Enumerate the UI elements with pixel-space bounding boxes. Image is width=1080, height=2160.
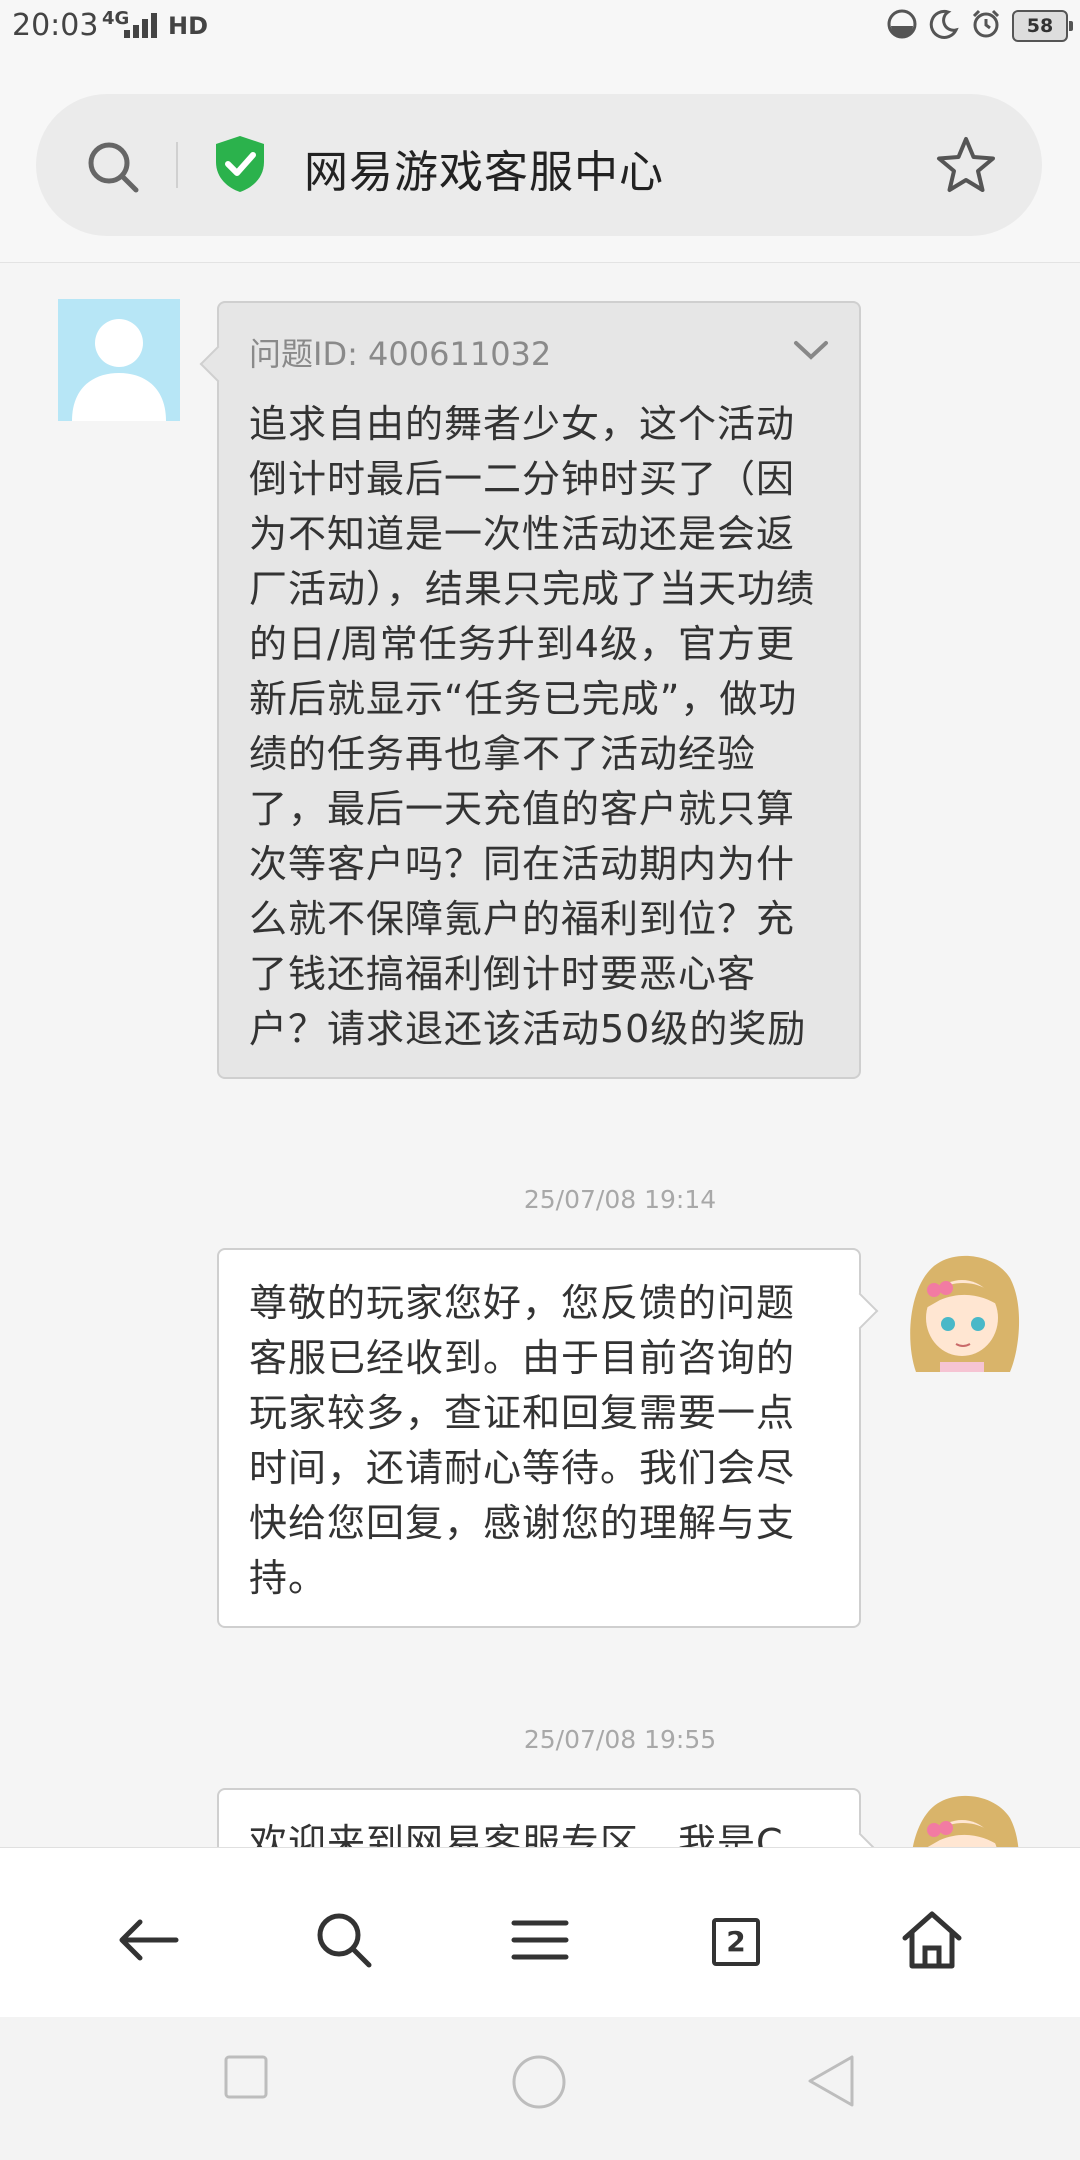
bookmark-star-icon[interactable] [934, 134, 998, 202]
page-title[interactable]: 网易游戏客服中心 [304, 136, 664, 200]
menu-button[interactable] [500, 1902, 580, 1982]
home-button[interactable] [892, 1902, 972, 1982]
back-triangle-icon[interactable] [806, 2053, 856, 2113]
message-timestamp: 25/07/08 19:55 [523, 1725, 717, 1754]
agent-reply-bubble[interactable]: 尊敬的玩家您好，您反馈的问题客服已经收到。由于目前咨询的玩家较多，查证和回复需要… [217, 1248, 861, 1628]
battery-indicator: 58 [1012, 10, 1073, 42]
recent-apps-icon[interactable] [222, 2053, 270, 2105]
agent-avatar [900, 1248, 1024, 1372]
back-button[interactable] [108, 1902, 188, 1982]
alarm-icon [970, 8, 1002, 44]
user-message-text: 追求自由的舞者少女，这个活动倒计时最后一二分钟时买了（因为不知道是一次性活动还是… [249, 402, 816, 1051]
moon-icon [928, 8, 960, 44]
status-bar: 20:03 4G HD 58 [0, 0, 1080, 56]
agent-avatar [900, 1788, 1024, 1847]
browser-toolbar: 2 [0, 1847, 1080, 2018]
address-bar[interactable]: 网易游戏客服中心 [36, 94, 1042, 236]
status-icons: 58 [886, 8, 1073, 44]
status-time: 20:03 [12, 8, 99, 43]
home-icon [901, 1910, 963, 1974]
message-timestamp: 25/07/08 19:14 [523, 1185, 717, 1214]
browser-header: 网易游戏客服中心 [0, 56, 1080, 263]
secure-shield-icon [212, 134, 268, 198]
system-navigation-bar [0, 2017, 1080, 2160]
eye-comfort-icon [886, 8, 918, 44]
home-circle-icon[interactable] [510, 2053, 568, 2115]
address-divider [176, 142, 178, 188]
user-avatar [58, 299, 180, 421]
search-button[interactable] [304, 1902, 384, 1982]
chevron-down-icon[interactable] [793, 339, 829, 367]
agent-reply-text: 尊敬的玩家您好，您反馈的问题客服已经收到。由于目前咨询的玩家较多，查证和回复需要… [249, 1281, 796, 1600]
agent-reply-bubble[interactable]: 欢迎来到网易客服专区，我是C [217, 1788, 861, 1847]
question-id: 问题ID: 400611032 [249, 335, 552, 373]
tab-count: 2 [712, 1918, 760, 1966]
signal-icon [122, 12, 164, 44]
back-arrow-icon [116, 1916, 180, 1968]
user-question-bubble[interactable]: 问题ID: 400611032 追求自由的舞者少女，这个活动倒计时最后一二分钟时… [217, 301, 861, 1079]
agent-reply-text: 欢迎来到网易客服专区，我是C [249, 1821, 784, 1847]
chat-thread[interactable]: 问题ID: 400611032 追求自由的舞者少女，这个活动倒计时最后一二分钟时… [0, 263, 1080, 1847]
search-icon[interactable] [84, 138, 144, 202]
search-icon [313, 1909, 375, 1975]
menu-icon [511, 1918, 569, 1966]
hd-indicator: HD [168, 12, 209, 40]
tabs-button[interactable]: 2 [696, 1902, 776, 1982]
